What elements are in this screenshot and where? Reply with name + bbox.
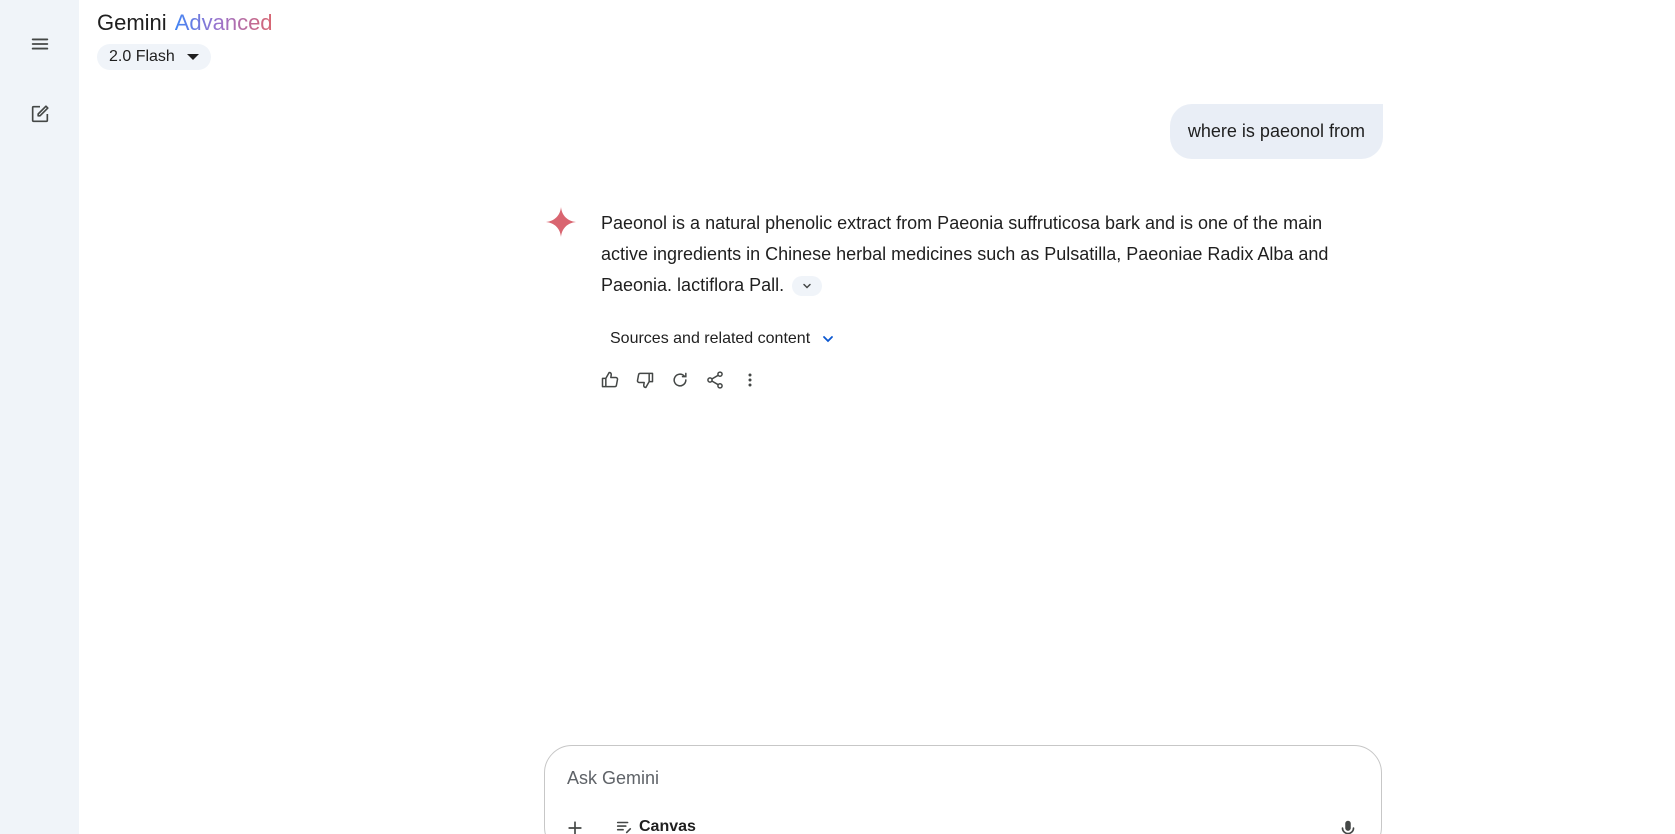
user-message-text: where is paeonol from — [1187, 121, 1365, 141]
model-selector-label: 2.0 Flash — [109, 48, 175, 65]
prompt-composer[interactable]: Ask Gemini Canvas — [544, 745, 1382, 834]
model-response: Paeonol is a natural phenolic extract fr… — [601, 208, 1341, 301]
header: Gemini Advanced 2.0 Flash — [97, 10, 273, 70]
brand-tier: Advanced — [174, 10, 273, 35]
chevron-down-icon — [823, 336, 834, 343]
share-button[interactable] — [703, 368, 727, 392]
regenerate-button[interactable] — [668, 368, 692, 392]
good-response-button[interactable] — [598, 368, 622, 392]
new-chat-button[interactable] — [20, 94, 60, 134]
refresh-icon — [673, 372, 687, 387]
model-selector[interactable]: 2.0 Flash — [97, 44, 211, 70]
edit-icon — [31, 105, 49, 123]
more-vert-icon — [748, 373, 752, 387]
response-text: Paeonol is a natural phenolic extract fr… — [601, 213, 1329, 295]
brand-title: Gemini Advanced — [97, 10, 273, 36]
more-options-button[interactable] — [738, 368, 762, 392]
chevron-down-icon — [803, 284, 811, 289]
sidebar — [0, 0, 79, 834]
thumb-down-icon — [636, 372, 654, 389]
brand-name: Gemini — [97, 10, 167, 35]
thumb-up-icon — [601, 371, 619, 388]
share-icon — [707, 371, 723, 389]
bad-response-button[interactable] — [633, 368, 657, 392]
canvas-icon — [616, 821, 632, 834]
user-message: where is paeonol from — [1169, 104, 1383, 159]
sources-label: Sources and related content — [610, 330, 811, 347]
microphone-icon[interactable] — [1337, 818, 1359, 834]
plus-icon — [568, 821, 582, 834]
main-menu-button[interactable] — [20, 24, 60, 64]
canvas-label: Canvas — [639, 818, 696, 834]
add-attachment-button[interactable] — [563, 816, 587, 834]
menu-icon — [31, 38, 49, 50]
canvas-button[interactable]: Canvas — [615, 818, 696, 834]
dropdown-caret-icon — [186, 54, 199, 60]
expand-source-chip[interactable] — [792, 276, 823, 297]
response-actions — [598, 368, 762, 392]
sources-toggle[interactable]: Sources and related content — [610, 330, 836, 348]
prompt-input[interactable]: Ask Gemini — [567, 768, 659, 789]
gemini-spark-icon — [546, 207, 576, 237]
